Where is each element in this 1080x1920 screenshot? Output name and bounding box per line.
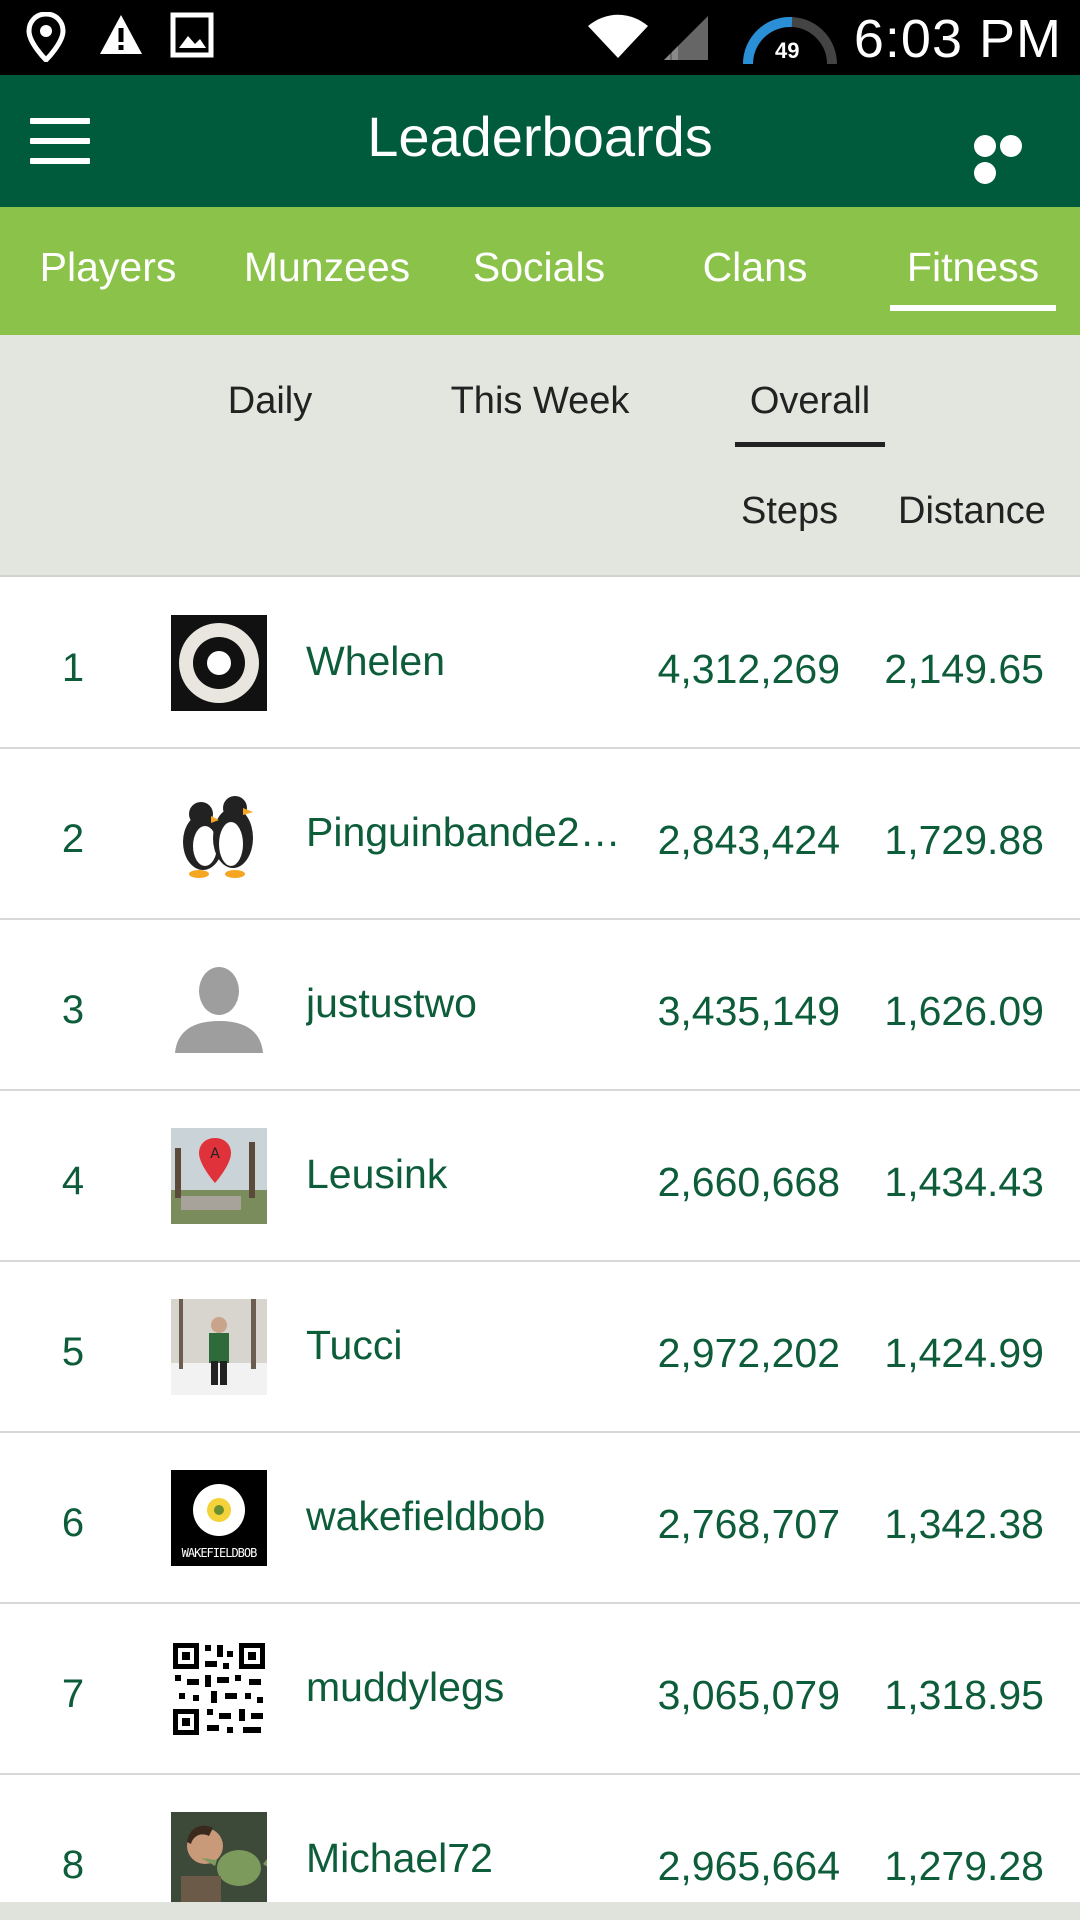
snow-person-photo-avatar[interactable] [171,1299,267,1395]
table-row[interactable]: 2 Pinguinbande20… 2,843,424 1,729.88 [0,749,1080,920]
column-header-distance[interactable]: Distance [898,490,1046,533]
warning-icon [98,12,144,63]
status-bar: 49 6:03 PM [0,0,1080,75]
rose-logo-avatar[interactable]: WAKEFIELDBOB [171,1470,267,1566]
category-tabs: Players Munzees Socials Clans Fitness [0,207,1080,335]
yoda-photo-avatar[interactable] [171,1812,267,1902]
map-pin-photo-avatar[interactable]: A [171,1128,267,1224]
signal-icon [660,14,710,67]
table-row[interactable]: 8 Michael72 2,965,664 1,279.28 [0,1775,1080,1920]
steps-value: 2,965,664 [657,1843,840,1889]
distance-value: 1,279.28 [884,1843,1044,1889]
bottom-strip [0,1902,1080,1920]
avatar-caption: WAKEFIELDBOB [181,1546,258,1560]
steps-value: 3,435,149 [657,988,840,1034]
player-name[interactable]: Pinguinbande20… [306,809,636,856]
rank: 2 [61,817,85,861]
more-options-icon[interactable] [974,135,1050,184]
tab-label: Players [39,244,177,290]
player-name[interactable]: muddylegs [306,1664,636,1711]
table-row[interactable]: 6 WAKEFIELDBOB wakefieldbob 2,768,707 1,… [0,1433,1080,1604]
tab-munzees[interactable]: Munzees [232,207,422,335]
location-pin-icon [26,11,66,67]
player-name[interactable]: wakefieldbob [306,1493,636,1540]
rank: 1 [61,646,85,690]
tab-daily[interactable]: Daily [200,361,340,441]
steps-value: 2,768,707 [657,1501,840,1547]
rank: 3 [61,988,85,1032]
tab-socials[interactable]: Socials [456,207,622,335]
svg-text:A: A [210,1146,220,1162]
rank: 7 [61,1672,85,1716]
distance-value: 1,434.43 [884,1159,1044,1205]
distance-value: 2,149.65 [884,646,1044,692]
tab-overall[interactable]: Overall [735,361,885,447]
rank: 8 [61,1843,85,1887]
leaderboard-list: 1 Whelen 4,312,269 2,149.65 2 Pinguinban… [0,578,1080,1920]
table-row[interactable]: 3 justustwo 3,435,149 1,626.09 [0,920,1080,1091]
clock: 6:03 PM [853,9,1062,69]
default-person-avatar[interactable] [171,957,267,1053]
rank: 6 [61,1501,85,1545]
rank: 4 [61,1159,85,1203]
steps-value: 2,843,424 [657,817,840,863]
tab-label: Overall [749,380,871,422]
tab-indicator [890,305,1056,311]
table-row[interactable]: 1 Whelen 4,312,269 2,149.65 [0,578,1080,749]
penguins-avatar[interactable] [171,786,267,882]
steps-value: 4,312,269 [657,646,840,692]
tab-label: Fitness [906,244,1040,290]
player-name[interactable]: justustwo [306,980,636,1027]
app-bar: Leaderboards [0,75,1080,207]
wifi-icon [586,14,650,65]
distance-value: 1,626.09 [884,988,1044,1034]
period-bar: Daily This Week Overall Steps Distance [0,335,1080,577]
tab-label: Munzees [243,244,411,290]
steps-value: 3,065,079 [657,1672,840,1718]
player-name[interactable]: Whelen [306,638,636,685]
page-title: Leaderboards [367,105,713,168]
distance-value: 1,342.38 [884,1501,1044,1547]
tab-clans[interactable]: Clans [670,207,840,335]
distance-value: 1,424.99 [884,1330,1044,1376]
player-name[interactable]: Michael72 [306,1835,636,1882]
distance-value: 1,318.95 [884,1672,1044,1718]
tab-label: Clans [702,244,808,290]
tab-label: This Week [450,380,630,422]
image-icon [170,12,214,63]
speed-value: 49 [775,38,800,63]
qr-code-avatar[interactable] [171,1641,267,1737]
distance-value: 1,729.88 [884,817,1044,863]
tab-label: Socials [472,244,606,290]
tab-players[interactable]: Players [18,207,198,335]
tab-indicator [735,442,885,447]
table-row[interactable]: 5 Tucci 2,972,202 1,424.99 [0,1262,1080,1433]
player-name[interactable]: Leusink [306,1151,636,1198]
tab-fitness[interactable]: Fitness [890,207,1056,335]
steps-value: 2,972,202 [657,1330,840,1376]
table-row[interactable]: 7 muddylegs 3,065,079 1,318.95 [0,1604,1080,1775]
tab-label: Daily [227,380,313,422]
column-header-steps[interactable]: Steps [741,490,838,533]
steps-value: 2,660,668 [657,1159,840,1205]
table-row[interactable]: 4 A Leusink 2,660,668 1,434.43 [0,1091,1080,1262]
player-name[interactable]: Tucci [306,1322,636,1369]
target-avatar[interactable] [171,615,267,711]
tab-this-week[interactable]: This Week [438,361,642,441]
rank: 5 [61,1330,85,1374]
